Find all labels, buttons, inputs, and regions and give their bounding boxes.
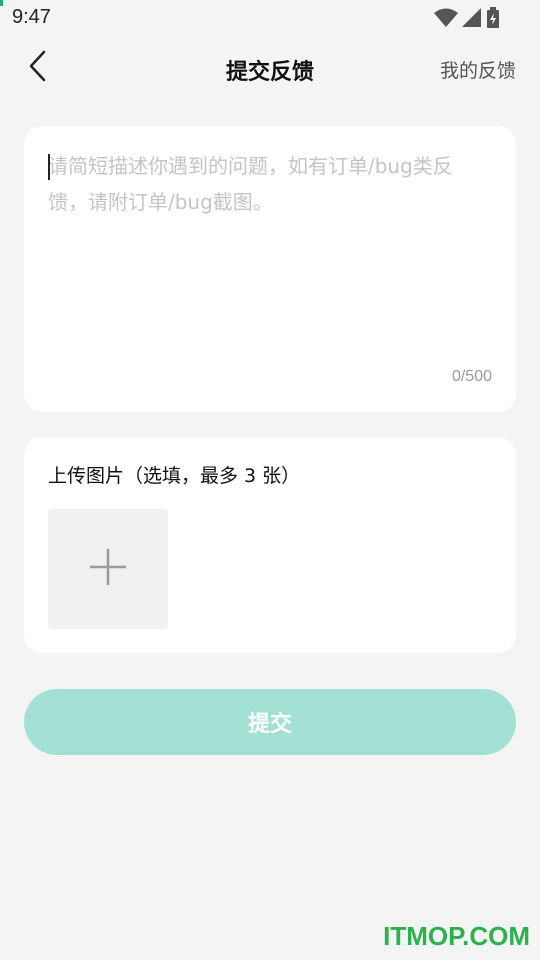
- image-upload-card: 上传图片（选填，最多 3 张）: [24, 437, 516, 653]
- feedback-description-input[interactable]: [48, 148, 488, 348]
- wifi-icon: [434, 8, 458, 28]
- add-image-button[interactable]: [48, 509, 168, 629]
- description-card: 0/500: [24, 126, 516, 412]
- text-caret: [48, 154, 50, 180]
- top-bar: 提交反馈 我的反馈: [0, 40, 540, 96]
- watermark-logo: ITMOP.COM: [383, 921, 530, 951]
- status-bar: 9:47: [0, 0, 540, 36]
- battery-icon: [486, 7, 500, 29]
- character-counter: 0/500: [451, 368, 492, 385]
- my-feedback-link[interactable]: 我的反馈: [440, 56, 516, 83]
- status-icons: [434, 7, 500, 29]
- upload-images-label: 上传图片（选填，最多 3 张）: [48, 465, 301, 487]
- submit-button[interactable]: 提交: [24, 689, 516, 755]
- status-time: 9:47: [12, 6, 51, 28]
- status-accent-mark: [0, 0, 3, 6]
- plus-icon: [88, 547, 128, 591]
- cellular-signal-icon: [462, 8, 482, 28]
- feedback-screen: 9:47 提交反馈 我的反馈 请简短描述你遇到的问题，如有订单/bug类反馈，请…: [0, 0, 540, 960]
